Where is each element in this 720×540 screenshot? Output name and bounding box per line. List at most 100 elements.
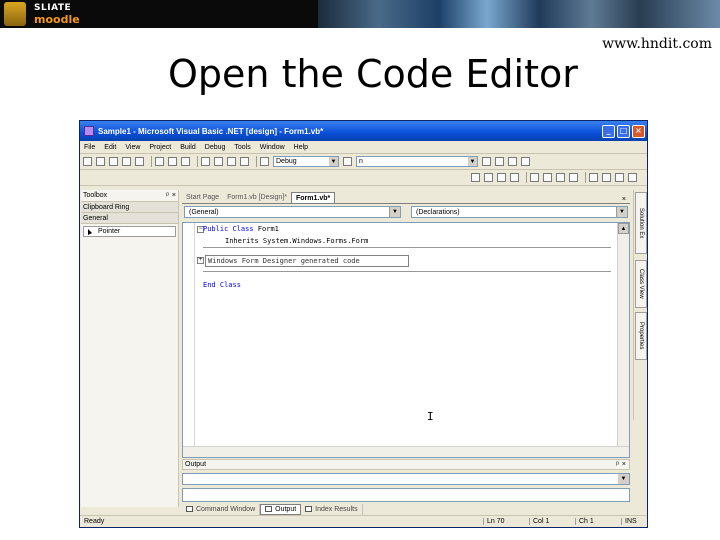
sliate-moodle-logo: SLIATE moodle [0, 0, 108, 28]
tab-index-results[interactable]: Index Results [301, 503, 363, 515]
output-icon [265, 506, 273, 512]
menu-debug[interactable]: Debug [205, 144, 226, 151]
cut-icon[interactable] [155, 157, 164, 166]
toolbox-category-general[interactable]: General [81, 213, 178, 224]
bookmark-icon[interactable] [589, 173, 598, 182]
close-icon[interactable]: × [622, 461, 626, 468]
toolbox-header: Toolbox ᵖ × [81, 190, 178, 202]
output-text-area[interactable] [182, 488, 630, 502]
bottom-tool-tabs: Command Window Output Index Results [182, 503, 630, 515]
menu-build[interactable]: Build [180, 144, 196, 151]
index-results-icon [305, 506, 313, 512]
maximize-button[interactable]: □ [617, 124, 630, 138]
minimize-button[interactable]: _ [602, 124, 615, 138]
output-source-combo[interactable]: ▼ [182, 473, 630, 485]
tab-solution-explorer[interactable]: Solution Ex [635, 192, 647, 254]
save-icon[interactable] [122, 157, 131, 166]
object-browser-icon[interactable] [508, 157, 517, 166]
open-file-icon[interactable] [109, 157, 118, 166]
tab-output[interactable]: Output [260, 503, 302, 515]
toolbox-item-pointer[interactable]: Pointer [83, 226, 176, 237]
properties-icon[interactable] [495, 157, 504, 166]
navigate-back-icon[interactable] [227, 157, 236, 166]
pin-icon[interactable]: ᵖ [166, 192, 169, 199]
command-window-icon [186, 506, 193, 512]
list-members-icon[interactable] [471, 173, 480, 182]
vs-app-icon [84, 126, 94, 136]
tab-command-window[interactable]: Command Window [182, 503, 261, 515]
site-url: www.hndit.com [602, 36, 712, 52]
vs-ide-window: Sample1 - Microsoft Visual Basic .NET [d… [79, 120, 648, 528]
banner-photo-strip [318, 0, 720, 28]
close-icon[interactable]: × [172, 192, 176, 199]
start-icon[interactable] [260, 157, 269, 166]
add-item-icon[interactable] [96, 157, 105, 166]
horizontal-scrollbar[interactable] [183, 446, 629, 457]
find-icon[interactable] [343, 157, 352, 166]
status-insert-mode: INS [621, 518, 647, 525]
status-column: Col 1 [529, 518, 575, 525]
redo-icon[interactable] [214, 157, 223, 166]
menu-help[interactable]: Help [294, 144, 308, 151]
menu-edit[interactable]: Edit [104, 144, 116, 151]
pin-icon[interactable]: ᵖ [616, 461, 619, 468]
prev-bookmark-icon[interactable] [615, 173, 624, 182]
document-tabs: Start Page Form1.vb [Design]* Form1.vb* … [182, 190, 630, 204]
next-bookmark-icon[interactable] [602, 173, 611, 182]
chevron-down-icon: ▼ [329, 157, 338, 166]
tab-class-view[interactable]: Class View [635, 260, 647, 308]
menu-tools[interactable]: Tools [234, 144, 250, 151]
class-name-combo[interactable]: (General) ▼ [184, 206, 401, 218]
menu-bar: File Edit View Project Build Debug Tools… [80, 141, 647, 154]
menu-view[interactable]: View [125, 144, 140, 151]
menu-window[interactable]: Window [260, 144, 285, 151]
toolbox-category-clipboard[interactable]: Clipboard Ring [81, 202, 178, 213]
uncomment-icon[interactable] [569, 173, 578, 182]
tab-properties[interactable]: Properties [635, 312, 647, 360]
vertical-scrollbar[interactable]: ▲ [617, 223, 629, 457]
tab-start-page[interactable]: Start Page [182, 192, 223, 203]
solution-explorer-icon[interactable] [482, 157, 491, 166]
undo-icon[interactable] [201, 157, 210, 166]
tab-form1-code[interactable]: Form1.vb* [291, 192, 336, 203]
find-combo[interactable]: n ▼ [356, 156, 478, 167]
logo-top-text: SLIATE [34, 2, 72, 13]
new-project-icon[interactable] [83, 157, 92, 166]
quick-info-icon[interactable] [497, 173, 506, 182]
chevron-down-icon: ▼ [616, 207, 627, 217]
menu-file[interactable]: File [84, 144, 95, 151]
paste-icon[interactable] [181, 157, 190, 166]
right-dock-tabs: Solution Ex Class View Properties [633, 190, 647, 420]
document-area: Start Page Form1.vb [Design]* Form1.vb* … [182, 190, 630, 458]
output-header: Output ᵖ × [182, 459, 630, 470]
logo-bottom-text: moodle [34, 12, 80, 26]
code-navigation-bar: (General) ▼ (Declarations) ▼ [182, 204, 630, 220]
navigate-forward-icon[interactable] [240, 157, 249, 166]
code-region-collapsed[interactable]: Windows Form Designer generated code [205, 255, 409, 267]
method-name-combo[interactable]: (Declarations) ▼ [411, 206, 628, 218]
output-panel: Output ᵖ × ▼ [182, 459, 630, 509]
copy-icon[interactable] [168, 157, 177, 166]
comment-icon[interactable] [556, 173, 565, 182]
status-ready: Ready [84, 518, 105, 525]
code-editor[interactable]: − Public Class Form1 Inherits System.Win… [182, 222, 630, 458]
status-bar: Ready Ln 70 Col 1 Ch 1 INS [80, 515, 647, 527]
solution-config-combo[interactable]: Debug ▼ [273, 156, 339, 167]
indent-icon[interactable] [530, 173, 539, 182]
menu-project[interactable]: Project [149, 144, 171, 151]
close-button[interactable]: × [632, 124, 645, 138]
tab-form1-design[interactable]: Form1.vb [Design]* [223, 192, 291, 203]
code-inherits-line: Inherits System.Windows.Forms.Form [225, 237, 369, 245]
expand-icon[interactable]: + [197, 257, 204, 264]
status-line: Ln 70 [483, 518, 529, 525]
close-icon[interactable]: × [622, 196, 626, 203]
outdent-icon[interactable] [543, 173, 552, 182]
save-all-icon[interactable] [135, 157, 144, 166]
window-title: Sample1 - Microsoft Visual Basic .NET [d… [98, 126, 324, 136]
scroll-up-icon[interactable]: ▲ [618, 223, 629, 234]
parameter-info-icon[interactable] [484, 173, 493, 182]
clear-bookmarks-icon[interactable] [628, 173, 637, 182]
code-keyword: Public Class [203, 225, 254, 233]
toolbox-icon[interactable] [521, 157, 530, 166]
complete-word-icon[interactable] [510, 173, 519, 182]
